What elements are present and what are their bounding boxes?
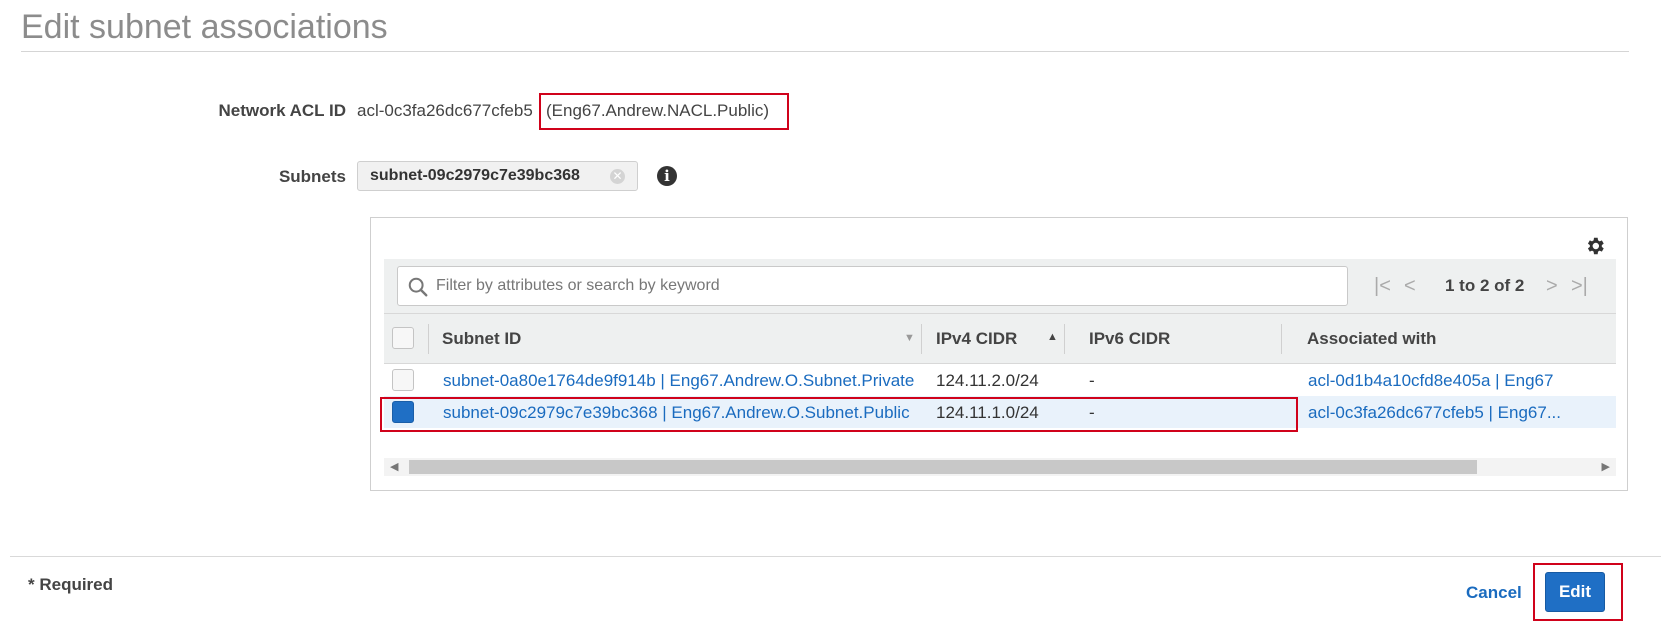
cancel-button[interactable]: Cancel bbox=[1466, 583, 1522, 603]
required-note: * Required bbox=[28, 575, 114, 594]
first-page-icon[interactable]: |< bbox=[1374, 275, 1391, 297]
ipv4-cidr-cell: 124.11.2.0/24 bbox=[936, 371, 1039, 390]
filter-bar: |< < 1 to 2 of 2 > >| bbox=[384, 259, 1616, 313]
network-acl-name: (Eng67.Andrew.NACL.Public) bbox=[546, 101, 770, 120]
next-page-icon[interactable]: > bbox=[1546, 275, 1558, 297]
sort-desc-icon[interactable]: ▼ bbox=[904, 332, 915, 344]
selected-row-highlight-box bbox=[380, 397, 1298, 432]
remove-token-icon[interactable]: ✕ bbox=[610, 169, 625, 184]
page-title: Edit subnet associations bbox=[21, 8, 388, 46]
network-acl-id-label: Network ACL ID bbox=[218, 101, 346, 120]
select-all-checkbox[interactable] bbox=[392, 327, 414, 349]
scroll-left-icon[interactable]: ◀ bbox=[390, 460, 398, 473]
column-divider bbox=[428, 324, 429, 354]
subnet-link[interactable]: subnet-0a80e1764de9f914b | Eng67.Andrew.… bbox=[443, 371, 914, 391]
search-input[interactable] bbox=[436, 268, 1336, 304]
column-header-subnet-id[interactable]: Subnet ID bbox=[442, 329, 521, 349]
column-divider bbox=[1281, 324, 1282, 354]
table-row[interactable]: subnet-0a80e1764de9f914b | Eng67.Andrew.… bbox=[384, 364, 1616, 396]
last-page-icon[interactable]: >| bbox=[1571, 275, 1588, 297]
prev-page-icon[interactable]: < bbox=[1404, 275, 1416, 297]
pagination: |< < 1 to 2 of 2 > >| bbox=[1374, 275, 1614, 297]
selected-subnet-token[interactable]: subnet-09c2979c7e39bc368 ✕ bbox=[357, 161, 638, 191]
footer-divider bbox=[10, 556, 1661, 557]
scrollbar-thumb[interactable] bbox=[409, 460, 1477, 474]
gear-icon[interactable] bbox=[1584, 235, 1606, 257]
subnets-label: Subnets bbox=[278, 167, 346, 186]
network-acl-id-value: acl-0c3fa26dc677cfeb5 bbox=[357, 101, 533, 120]
sort-asc-icon[interactable]: ▲ bbox=[1047, 331, 1058, 343]
selected-subnet-token-label: subnet-09c2979c7e39bc368 bbox=[370, 167, 580, 184]
column-divider bbox=[921, 324, 922, 354]
info-icon[interactable]: i bbox=[657, 166, 677, 186]
column-header-ipv4-cidr[interactable]: IPv4 CIDR bbox=[936, 329, 1017, 349]
title-divider bbox=[21, 51, 1629, 52]
ipv6-cidr-cell: - bbox=[1089, 371, 1095, 390]
associated-acl-link[interactable]: acl-0c3fa26dc677cfeb5 | Eng67... bbox=[1308, 403, 1614, 423]
horizontal-scrollbar[interactable]: ◀ ▶ bbox=[384, 458, 1616, 476]
search-box[interactable] bbox=[397, 266, 1348, 306]
column-header-associated-with[interactable]: Associated with bbox=[1307, 329, 1436, 349]
associated-acl-link[interactable]: acl-0d1b4a10cfd8e405a | Eng67 bbox=[1308, 371, 1614, 391]
subnet-table-panel: |< < 1 to 2 of 2 > >| Subnet ID ▼ IPv4 C… bbox=[370, 217, 1628, 491]
pagination-text: 1 to 2 of 2 bbox=[1445, 276, 1525, 295]
column-header-ipv6-cidr[interactable]: IPv6 CIDR bbox=[1089, 329, 1170, 349]
column-divider bbox=[1064, 324, 1065, 354]
search-icon bbox=[408, 277, 428, 297]
row-checkbox[interactable] bbox=[392, 369, 414, 391]
edit-button[interactable]: Edit bbox=[1545, 572, 1605, 612]
scroll-right-icon[interactable]: ▶ bbox=[1602, 460, 1610, 473]
table-header: Subnet ID ▼ IPv4 CIDR ▲ IPv6 CIDR Associ… bbox=[384, 313, 1616, 364]
